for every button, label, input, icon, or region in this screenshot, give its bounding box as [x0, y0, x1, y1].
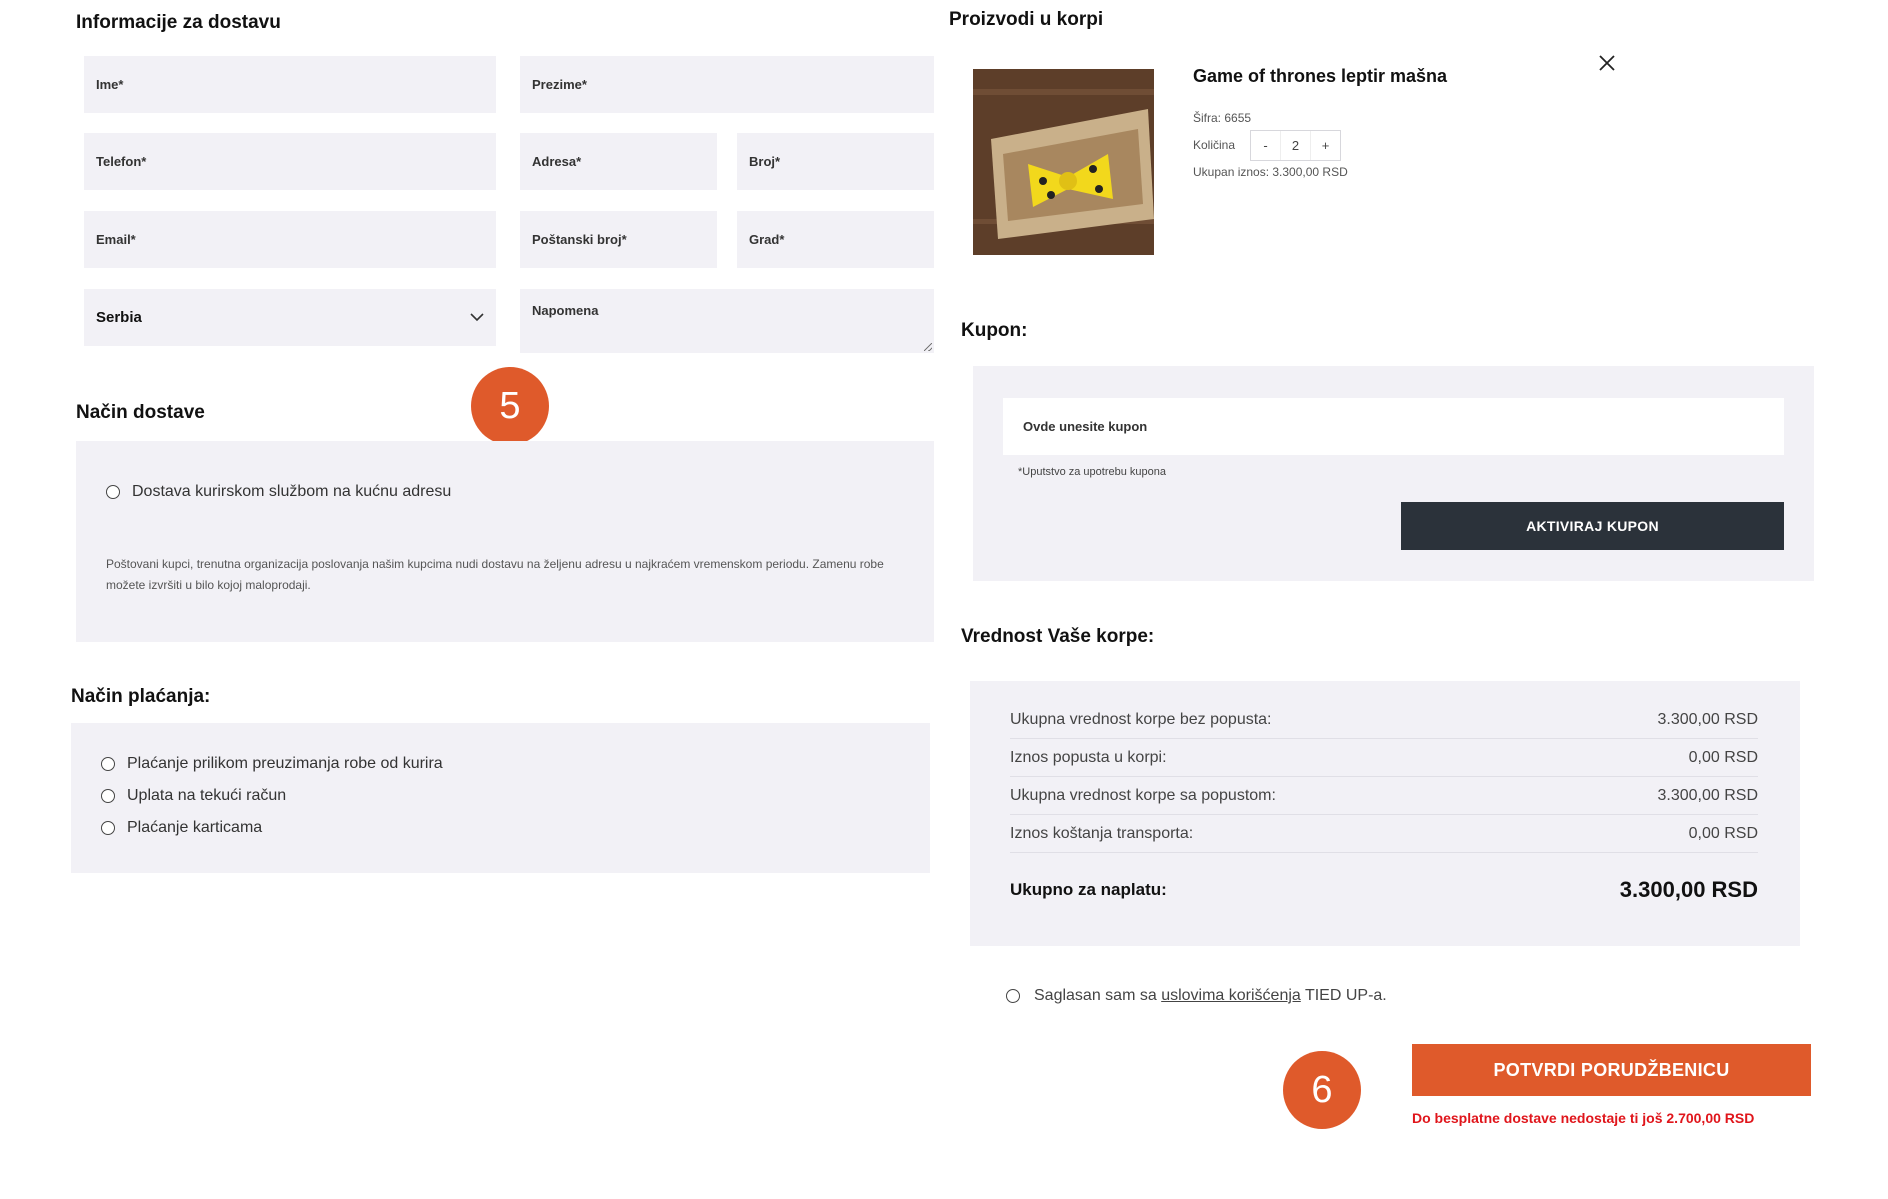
first-name-field[interactable]: Ime*	[84, 56, 496, 113]
payment-option-label: Uplata na tekući račun	[127, 787, 287, 804]
postal-code-field[interactable]: Poštanski broj*	[520, 211, 717, 268]
product-name[interactable]: Game of thrones leptir mašna	[1193, 66, 1447, 87]
terms-text: Saglasan sam sa uslovima korišćenja TIED…	[1034, 987, 1387, 1005]
summary-row: Iznos popusta u korpi: 0,00 RSD	[1010, 739, 1758, 777]
country-select-value: Serbia	[96, 309, 142, 326]
terms-prefix: Saglasan sam sa	[1034, 987, 1157, 1004]
payment-option-label: Plaćanje prilikom preuzimanja robe od ku…	[127, 755, 443, 772]
summary-row-label: Ukupna vrednost korpe sa popustom:	[1010, 786, 1276, 804]
activate-coupon-button[interactable]: AKTIVIRAJ KUPON	[1401, 502, 1784, 550]
quantity-stepper[interactable]: - 2 +	[1250, 130, 1341, 161]
summary-total-row: Ukupno za naplatu: 3.300,00 RSD	[1010, 853, 1758, 927]
quantity-increase-button[interactable]: +	[1311, 131, 1340, 160]
summary-total-label: Ukupno za naplatu:	[1010, 880, 1167, 899]
note-placeholder: Napomena	[532, 303, 599, 318]
summary-row-value: 0,00 RSD	[1688, 748, 1758, 766]
summary-row-label: Iznos koštanja transporta:	[1010, 824, 1194, 842]
summary-row: Iznos koštanja transporta: 0,00 RSD	[1010, 815, 1758, 853]
note-textarea[interactable]: Napomena	[520, 289, 934, 353]
summary-row: Ukupna vrednost korpe sa popustom: 3.300…	[1010, 777, 1758, 815]
close-icon[interactable]	[1599, 55, 1615, 71]
summary-row-value: 0,00 RSD	[1688, 824, 1758, 842]
summary-row-value: 3.300,00 RSD	[1657, 786, 1758, 804]
summary-total-value: 3.300,00 RSD	[1619, 877, 1758, 902]
product-sku: Šifra: 6655	[1193, 111, 1252, 125]
free-shipping-notice: Do besplatne dostave nedostaje ti još 2.…	[1412, 1110, 1755, 1126]
resize-grip-icon[interactable]	[924, 343, 932, 351]
cart-title: Proizvodi u korpi	[949, 9, 1104, 30]
quantity-value[interactable]: 2	[1280, 131, 1311, 160]
country-select[interactable]: Serbia	[84, 289, 496, 346]
address-field[interactable]: Adresa*	[520, 133, 717, 190]
step-6-badge: 6	[1283, 1051, 1361, 1129]
house-number-field[interactable]: Broj*	[737, 133, 934, 190]
summary-row-label: Iznos popusta u korpi:	[1010, 748, 1167, 766]
terms-link[interactable]: uslovima korišćenja	[1161, 987, 1301, 1004]
summary-row-label: Ukupna vrednost korpe bez popusta:	[1010, 710, 1272, 728]
coupon-input[interactable]: Ovde unesite kupon	[1003, 398, 1784, 455]
summary-title: Vrednost Vaše korpe:	[961, 626, 1155, 647]
quantity-decrease-button[interactable]: -	[1251, 131, 1280, 160]
terms-agreement[interactable]: Saglasan sam sa uslovima korišćenja TIED…	[1006, 987, 1387, 1005]
terms-checkbox[interactable]	[1006, 989, 1020, 1003]
coupon-panel: Ovde unesite kupon *Uputstvo za upotrebu…	[973, 366, 1814, 581]
summary-panel: Ukupna vrednost korpe bez popusta: 3.300…	[970, 681, 1800, 946]
bow-tie-image	[973, 69, 1154, 255]
email-field[interactable]: Email*	[84, 211, 496, 268]
confirm-order-button[interactable]: POTVRDI PORUDŽBENICU	[1412, 1044, 1811, 1096]
payment-option-radio[interactable]	[101, 821, 115, 835]
delivery-info-title: Informacije za dostavu	[76, 12, 281, 33]
step-5-badge: 5	[471, 367, 549, 445]
payment-option-radio[interactable]	[101, 757, 115, 771]
shipping-option-label: Dostava kurirskom službom na kućnu adres…	[132, 483, 452, 500]
shipping-option-radio[interactable]	[106, 485, 120, 499]
coupon-title: Kupon:	[961, 320, 1028, 341]
shipping-note: Poštovani kupci, trenutna organizacija p…	[106, 557, 884, 592]
shipping-option[interactable]: Dostava kurirskom službom na kućnu adres…	[106, 483, 451, 501]
coupon-input-placeholder: Ovde unesite kupon	[1023, 419, 1148, 434]
payment-title: Način plaćanja:	[71, 686, 211, 707]
last-name-field[interactable]: Prezime*	[520, 56, 934, 113]
terms-suffix: TIED UP-a.	[1304, 987, 1387, 1004]
coupon-hint[interactable]: *Uputstvo za upotrebu kupona	[1018, 466, 1166, 478]
summary-row-value: 3.300,00 RSD	[1657, 710, 1758, 728]
quantity-label: Količina	[1193, 138, 1236, 152]
chevron-down-icon	[470, 313, 484, 322]
payment-option-cod[interactable]: Plaćanje prilikom preuzimanja robe od ku…	[101, 755, 443, 773]
payment-option-label: Plaćanje karticama	[127, 819, 263, 836]
product-image[interactable]	[973, 69, 1154, 255]
shipping-title: Način dostave	[76, 402, 205, 423]
summary-row: Ukupna vrednost korpe bez popusta: 3.300…	[1010, 701, 1758, 739]
phone-field[interactable]: Telefon*	[84, 133, 496, 190]
shipping-panel: Dostava kurirskom službom na kućnu adres…	[76, 441, 934, 642]
payment-panel: Plaćanje prilikom preuzimanja robe od ku…	[71, 723, 930, 873]
payment-option-card[interactable]: Plaćanje karticama	[101, 819, 262, 837]
payment-option-radio[interactable]	[101, 789, 115, 803]
product-total: Ukupan iznos: 3.300,00 RSD	[1193, 165, 1348, 179]
payment-option-bank-transfer[interactable]: Uplata na tekući račun	[101, 787, 286, 805]
city-field[interactable]: Grad*	[737, 211, 934, 268]
